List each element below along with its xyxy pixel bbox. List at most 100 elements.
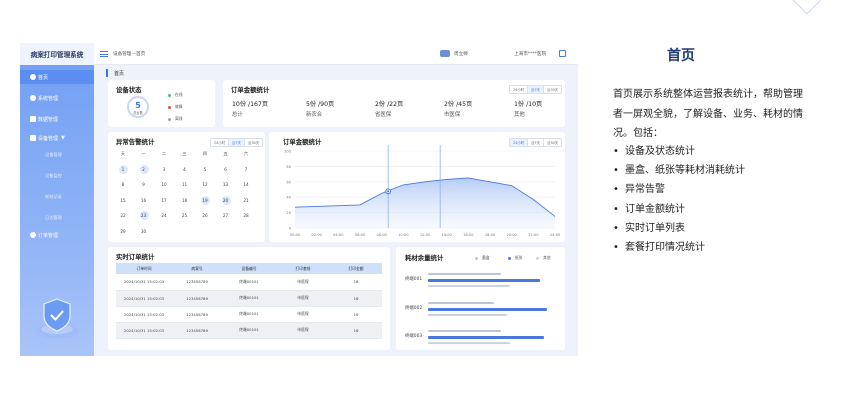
table-cell: 终端00101 [222, 274, 276, 291]
consumables-card: 耗材余量统计 墨盒 纸张 其他 终端001 终端002 终端003 [396, 247, 565, 350]
x-tick-label: 22:00 [528, 233, 539, 237]
table-cell: 2024/10/31 15:02:03 [116, 290, 172, 307]
calendar-day[interactable]: 25 [180, 212, 190, 220]
amount-chart-card: 订单金额统计 24小时 近7天 近30天 0 20 40 60 80 100 00:00 02… [269, 132, 565, 242]
table-cell: 123456789 [172, 306, 222, 323]
calendar-day[interactable]: 27 [221, 212, 231, 220]
calendar-day[interactable]: 10 [159, 181, 169, 189]
sidebar-subitem[interactable]: 日志管理 [20, 215, 94, 221]
chevron-down-icon: ▼ [61, 135, 65, 141]
status-dot [168, 117, 171, 121]
table-row[interactable]: 2024/10/31 15:02:03 123456789 终端00101 市医保 16 [116, 274, 382, 291]
slide: 病案打印管理系统 首页 系统管理 数据管理 设备管理 ▼ 设备管理 设备监控 耗… [0, 0, 846, 396]
calendar-day[interactable]: 15 [118, 197, 128, 205]
calendar-day[interactable]: 9 [139, 181, 149, 189]
calendar-day[interactable]: 12 [200, 181, 210, 189]
app-title: 病案打印管理系统 [20, 43, 94, 65]
table-row[interactable]: 2024/10/31 15:02:03 123456789 终端00101 市医保 16 [116, 290, 382, 307]
table-cell: 市医保 [276, 290, 330, 307]
table-cell: 123456789 [172, 274, 222, 291]
status-dot [168, 93, 171, 97]
calendar-day[interactable]: 11 [180, 181, 190, 189]
calendar-day[interactable]: 28 [241, 212, 251, 220]
table-row[interactable]: 2024/10/31 15:02:03 123456789 终端00101 市医保 16 [116, 306, 382, 323]
table-cell: 123456789 [172, 290, 222, 307]
terminal-label: 终端003 [405, 334, 423, 339]
sidebar-subitem[interactable]: 设备管理 [20, 152, 94, 158]
period-option[interactable]: 近30天 [544, 86, 561, 93]
calendar-day[interactable]: 20 [221, 195, 231, 205]
x-tick-label: 14:00 [441, 233, 452, 237]
sidebar-item-system[interactable]: 系统管理 [20, 91, 94, 105]
user-icon [30, 232, 36, 238]
page-tab[interactable]: 首页 [106, 69, 124, 77]
sidebar-subitem[interactable]: 设备监控 [20, 173, 94, 179]
calendar-day[interactable]: 24 [159, 212, 169, 220]
x-tick-label: 24:00 [550, 233, 561, 237]
calendar-day[interactable]: 30 [139, 228, 149, 236]
period-option[interactable]: 24小时 [510, 86, 529, 93]
sidebar-item-label: 数据管理 [38, 116, 59, 123]
weekday-label: 五 [223, 151, 228, 156]
device-icon [30, 135, 36, 141]
alarm-stats-card: 异常告警统计 24小时 近7天 近30天 天一二三四五六 1 2 3 4 5 6 7 8 9 10 1… [108, 132, 265, 242]
description-item: 异常告警 [613, 180, 745, 199]
sidebar-item-data[interactable]: 数据管理 [20, 112, 94, 126]
calendar-day[interactable]: 16 [139, 197, 149, 205]
consumable-bar-paper [428, 279, 541, 282]
period-option[interactable]: 近7天 [229, 139, 246, 146]
table-row[interactable]: 2024/10/31 15:02:03 123456789 终端00101 市医保 16 [116, 322, 382, 339]
card-title: 订单金额统计 [231, 86, 270, 94]
x-tick-label: 16:00 [463, 233, 474, 237]
table-cell: 市医保 [276, 306, 330, 323]
consumable-bar-paper [428, 336, 545, 339]
y-tick-label: 60 [286, 180, 291, 184]
calendar-day[interactable]: 17 [159, 197, 169, 205]
sidebar-item-device[interactable]: 设备管理 ▼ [20, 131, 94, 145]
stat-value: 10份 /167页 [232, 101, 269, 108]
calendar-day[interactable]: 23 [139, 211, 149, 220]
calendar-day[interactable]: 14 [241, 181, 251, 189]
menu-icon[interactable] [100, 50, 108, 57]
period-option[interactable]: 24小时 [211, 139, 230, 146]
calendar-day[interactable]: 22 [118, 212, 128, 220]
sidebar-subitem[interactable]: 耗材记录 [20, 194, 94, 200]
calendar-day[interactable]: 19 [200, 195, 210, 205]
logout-icon[interactable] [559, 50, 566, 57]
realtime-orders-card: 实时订单统计 订单时间 病案号 设备编号 打印套餐 打印金额 2024/10/31 15… [108, 247, 390, 350]
period-option[interactable]: 近7天 [528, 86, 545, 93]
period-option[interactable]: 近30天 [245, 139, 262, 146]
consumable-bar-ink [428, 330, 501, 332]
consumable-bar-paper [428, 308, 547, 311]
stat-provincial: 2份 /22页 省医保 [375, 99, 403, 118]
calendar-day[interactable]: 21 [241, 197, 251, 205]
calendar-day[interactable]: 4 [180, 166, 190, 174]
avatar-icon [440, 50, 450, 57]
calendar-day[interactable]: 29 [118, 228, 128, 236]
calendar-day[interactable]: 3 [159, 166, 169, 174]
description-item: 设备及状态统计 [613, 142, 745, 161]
stat-other: 1份 /10页 其他 [514, 99, 542, 118]
consumable-bar-other [428, 342, 510, 344]
y-tick-label: 100 [284, 150, 292, 154]
description-item: 套餐打印情况统计 [613, 238, 745, 257]
calendar-day[interactable]: 26 [200, 212, 210, 220]
calendar-day[interactable]: 5 [200, 166, 210, 174]
user-info[interactable]: 周立婷 [440, 50, 468, 57]
table-cell: 123456789 [172, 322, 222, 339]
sidebar-item-home[interactable]: 首页 [20, 70, 94, 84]
calendar-day[interactable]: 1 [118, 164, 128, 174]
calendar-day[interactable]: 18 [180, 197, 190, 205]
app-screenshot: 病案打印管理系统 首页 系统管理 数据管理 设备管理 ▼ 设备管理 设备监控 耗… [20, 43, 578, 356]
calendar-day[interactable]: 2 [139, 164, 149, 174]
calendar-day[interactable]: 8 [118, 181, 128, 189]
calendar-day[interactable]: 7 [241, 166, 251, 174]
table-cell: 2024/10/31 15:02:03 [116, 306, 172, 323]
data-point-marker-dot [387, 190, 390, 193]
calendar-day[interactable]: 13 [221, 181, 231, 189]
home-icon [30, 74, 36, 80]
sidebar-item-orders[interactable]: 订单管理 [20, 228, 94, 242]
card-title: 异常告警统计 [116, 138, 155, 146]
status-dot [168, 105, 171, 109]
calendar-day[interactable]: 6 [221, 166, 231, 174]
